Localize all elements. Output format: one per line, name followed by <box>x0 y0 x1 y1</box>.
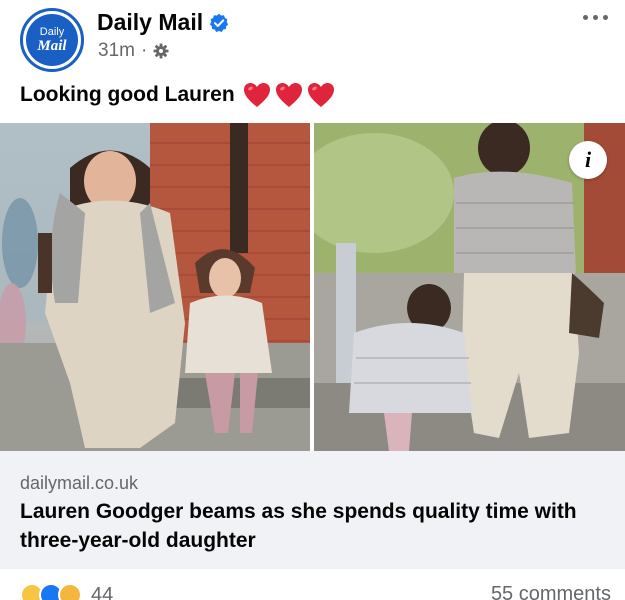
heart-icon <box>307 83 334 107</box>
page-avatar[interactable]: Daily Mail <box>20 8 84 72</box>
verified-badge-icon <box>209 13 229 32</box>
page-name[interactable]: Daily Mail <box>97 9 203 36</box>
link-title[interactable]: Lauren Goodger beams as she spends quali… <box>20 497 610 555</box>
photo-left[interactable] <box>0 123 310 451</box>
caption-emojis <box>243 82 339 108</box>
photo-left-scene <box>0 123 310 451</box>
meta-separator: · <box>140 40 148 61</box>
link-preview-card[interactable]: dailymail.co.uk Lauren Goodger beams as … <box>0 451 625 569</box>
caption-text: Looking good Lauren <box>20 83 235 106</box>
reaction-count: 44 <box>91 583 114 600</box>
page-name-row: Daily Mail <box>97 9 229 36</box>
avatar-line2: Mail <box>37 37 67 54</box>
daily-mail-logo: Daily Mail <box>26 14 78 66</box>
post-caption: Looking good Lauren <box>20 82 339 108</box>
avatar-line1: Daily <box>39 25 65 38</box>
gear-icon[interactable] <box>153 43 169 59</box>
care-reaction-icon <box>58 583 82 600</box>
reactions-summary[interactable]: 44 <box>20 583 113 600</box>
post-header: Daily Mail Daily Mail 31m · <box>0 0 625 75</box>
link-domain: dailymail.co.uk <box>20 473 139 493</box>
post-timestamp[interactable]: 31m <box>98 40 135 62</box>
comments-count[interactable]: 55 comments <box>491 583 611 600</box>
post-meta: 31m · <box>98 40 169 62</box>
info-icon[interactable]: i <box>569 141 607 179</box>
heart-icon <box>243 83 270 107</box>
engagement-bar: 44 55 comments <box>0 580 625 600</box>
more-horizontal-icon[interactable] <box>581 10 611 24</box>
post-photos[interactable] <box>0 123 625 451</box>
heart-icon <box>275 83 302 107</box>
